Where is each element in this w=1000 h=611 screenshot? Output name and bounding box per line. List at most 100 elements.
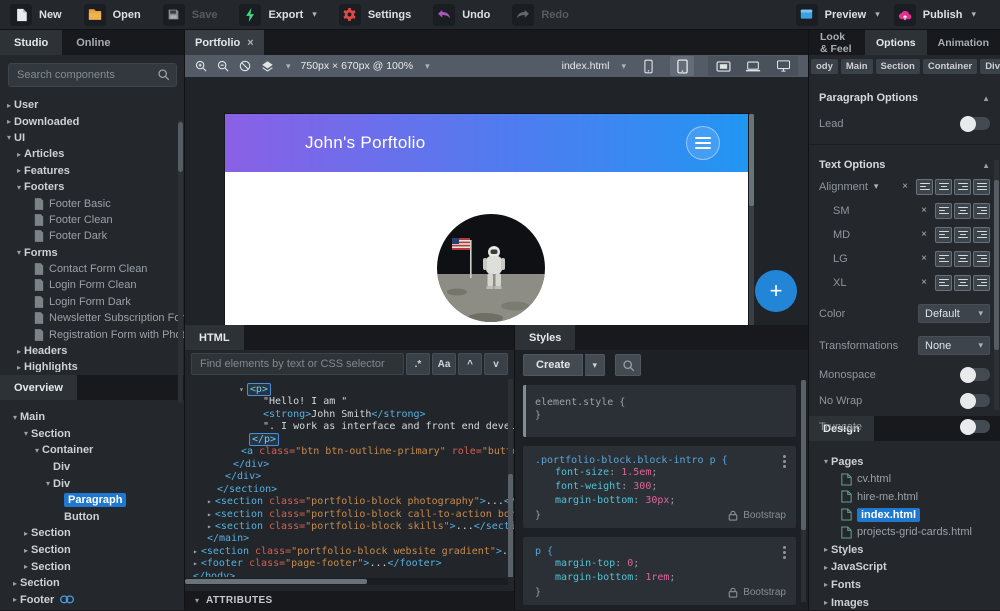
design-item-images[interactable]: ▸ Images	[821, 594, 1000, 611]
search-input[interactable]	[8, 63, 177, 87]
expand-arrow-icon[interactable]: ▸	[21, 529, 31, 538]
tab-html[interactable]: HTML	[185, 325, 244, 350]
code-line[interactable]: </main>	[185, 533, 514, 545]
file-dropdown-caret-icon[interactable]: ▾	[621, 61, 626, 72]
device-phone-button[interactable]	[636, 56, 660, 76]
clear-alignment-button[interactable]: ×	[917, 229, 931, 240]
publish-button[interactable]: Publish ▾	[893, 3, 976, 26]
tab-overview[interactable]: Overview	[0, 375, 77, 400]
align-right-button[interactable]	[973, 250, 990, 267]
design-item-hire-me-html[interactable]: hire-me.html	[821, 488, 1000, 506]
dropdown-caret-icon[interactable]: ▾	[971, 9, 976, 20]
collapse-arrow-icon[interactable]: ▾	[43, 479, 53, 488]
align-left-button[interactable]	[916, 178, 933, 195]
clear-alignment-button[interactable]: ×	[917, 205, 931, 216]
overview-item-section[interactable]: ▾ Section	[10, 426, 184, 443]
truncate-toggle[interactable]	[960, 418, 990, 435]
attributes-section[interactable]: ▾ ATTRIBUTES	[185, 591, 514, 610]
find-next-button[interactable]: v	[484, 353, 508, 375]
align-center-button[interactable]	[954, 202, 971, 219]
overview-item-button[interactable]: Button	[10, 509, 184, 526]
collapse-section-icon[interactable]: ▲	[982, 94, 990, 103]
expand-arrow-icon[interactable]: ▸	[821, 545, 831, 554]
breadcrumb-main[interactable]: Main	[840, 59, 873, 74]
no-wrap-toggle[interactable]	[960, 392, 990, 409]
monospace-toggle[interactable]	[960, 366, 990, 383]
code-line[interactable]: ". I work as interface and front end dev…	[185, 421, 514, 433]
options-scrollbar[interactable]	[994, 160, 999, 410]
settings-button[interactable]: Settings	[338, 3, 411, 26]
align-center-button[interactable]	[954, 274, 971, 291]
page-preview[interactable]: John's Porftolio	[225, 114, 748, 325]
overview-item-section[interactable]: ▸ Section	[10, 575, 184, 592]
align-right-button[interactable]	[954, 178, 971, 195]
code-line[interactable]: </p>	[185, 432, 514, 446]
overview-item-section[interactable]: ▸ Section	[10, 525, 184, 542]
code-line[interactable]: ▸ <section class="portfolio-block skills"…	[185, 521, 514, 533]
expand-arrow-icon[interactable]: ▸	[821, 580, 831, 589]
library-item-login-form-clean[interactable]: Login Form Clean	[4, 277, 184, 293]
code-line[interactable]: ▸ <section class="portfolio-block call-to…	[185, 509, 514, 521]
style-property[interactable]: margin-top: 0;	[535, 557, 786, 571]
library-item-user[interactable]: ▸ User	[4, 97, 184, 113]
expand-arrow-icon[interactable]: ▸	[821, 563, 831, 572]
code-line[interactable]: </body>	[185, 571, 514, 577]
canvas-file-label[interactable]: index.html	[562, 60, 610, 72]
align-right-button[interactable]	[973, 274, 990, 291]
expand-arrow-icon[interactable]: ▸	[14, 166, 24, 175]
align-left-button[interactable]	[935, 202, 952, 219]
expand-arrow-icon[interactable]: ▸	[207, 497, 212, 506]
design-item-projects-grid-cards-html[interactable]: projects-grid-cards.html	[821, 523, 1000, 541]
library-scrollbar-thumb[interactable]	[178, 122, 183, 172]
code-line[interactable]: ▸ <footer class="page-footer">...</footer…	[185, 558, 514, 570]
device-desktop-button[interactable]	[768, 56, 798, 76]
overview-item-footer[interactable]: ▸ Footer	[10, 592, 184, 609]
collapse-arrow-icon[interactable]: ▾	[10, 413, 20, 422]
design-item-fonts[interactable]: ▸ Fonts	[821, 576, 1000, 594]
redo-button[interactable]: Redo	[512, 3, 569, 26]
code-line[interactable]: "Hello! I am "	[185, 396, 514, 408]
overview-item-container[interactable]: ▾ Container	[10, 442, 184, 459]
library-item-footer-dark[interactable]: Footer Dark	[4, 228, 184, 244]
expand-arrow-icon[interactable]: ▸	[4, 117, 14, 126]
library-item-footers[interactable]: ▾ Footers	[4, 179, 184, 195]
options-scrollbar-thumb[interactable]	[994, 180, 999, 350]
library-item-headers[interactable]: ▸ Headers	[4, 343, 184, 359]
overview-item-section[interactable]: ▸ Section	[10, 558, 184, 575]
style-rule-block[interactable]: .portfolio-block.block-intro p {font-siz…	[523, 446, 796, 528]
style-property[interactable]: font-size: 1.5em;	[535, 466, 786, 480]
search-icon[interactable]	[157, 68, 170, 81]
styles-scrollbar-thumb[interactable]	[801, 380, 806, 530]
page-scrollbar[interactable]	[749, 114, 754, 325]
preview-button[interactable]: Preview ▾	[795, 3, 880, 26]
library-item-login-form-dark[interactable]: Login Form Dark	[4, 294, 184, 310]
align-center-button[interactable]	[954, 226, 971, 243]
find-prev-button[interactable]: ^	[458, 353, 482, 375]
hamburger-menu-icon[interactable]	[686, 126, 720, 160]
dropdown-caret-icon[interactable]: ▾	[312, 9, 317, 20]
tab-look-feel[interactable]: Look & Feel	[809, 30, 865, 55]
library-item-highlights[interactable]: ▸ Highlights	[4, 359, 184, 372]
undo-button[interactable]: Undo	[433, 3, 490, 26]
design-item-cv-html[interactable]: cv.html	[821, 471, 1000, 489]
align-right-button[interactable]	[973, 226, 990, 243]
viewport-size-label[interactable]: 750px × 670px @ 100%	[301, 60, 414, 72]
device-desktop-sm-button[interactable]	[708, 56, 738, 76]
expand-arrow-icon[interactable]: ▸	[14, 363, 24, 372]
collapse-arrow-icon[interactable]: ▾	[32, 446, 42, 455]
style-rule-block[interactable]: p {margin-top: 0; margin-bottom: 1rem;} Bo…	[523, 537, 796, 605]
clear-alignment-button[interactable]: ×	[898, 181, 912, 192]
collapse-arrow-icon[interactable]: ▾	[821, 457, 831, 466]
tab-animation[interactable]: Animation	[927, 30, 1000, 55]
alignment-caret-icon[interactable]: ▾	[874, 181, 879, 192]
code-line[interactable]: ▸ <section class="portfolio-block photogr…	[185, 496, 514, 508]
collapse-arrow-icon[interactable]: ▾	[239, 385, 244, 394]
code-line[interactable]: </section>	[185, 484, 514, 496]
expand-arrow-icon[interactable]: ▸	[21, 546, 31, 555]
overview-item-section[interactable]: ▸ Section	[10, 542, 184, 559]
collapse-arrow-icon[interactable]: ▾	[4, 133, 14, 142]
align-center-button[interactable]	[954, 250, 971, 267]
expand-arrow-icon[interactable]: ▸	[14, 347, 24, 356]
zoom-in-icon[interactable]	[195, 60, 207, 72]
breadcrumb-div[interactable]: Div	[980, 59, 1000, 74]
